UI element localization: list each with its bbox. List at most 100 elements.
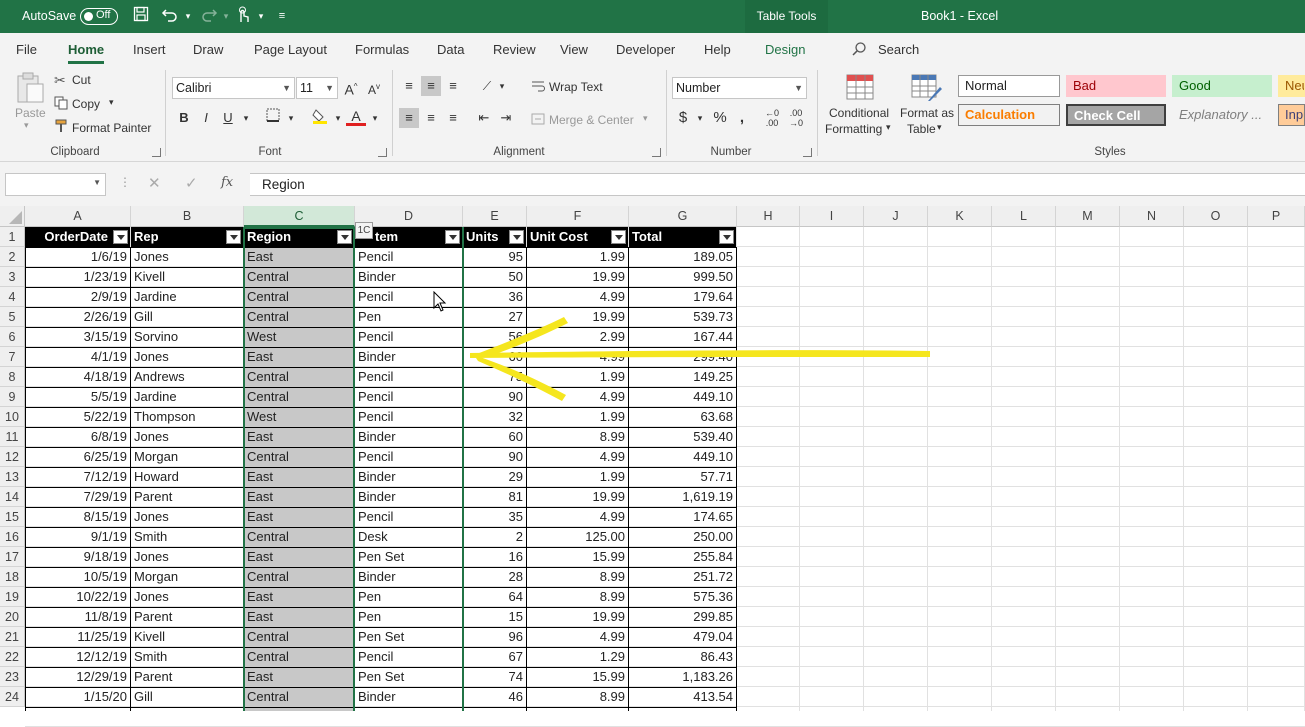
format-as-label[interactable]: Format as — [900, 106, 954, 120]
italic-icon[interactable]: I — [196, 108, 216, 128]
font-color-icon[interactable]: A — [346, 106, 366, 126]
table-cell[interactable]: 1/15/20 — [25, 687, 130, 707]
table-cell[interactable]: 12/29/19 — [25, 667, 130, 687]
fill-color-icon[interactable] — [310, 108, 330, 128]
style-good[interactable]: Good — [1172, 75, 1272, 97]
conditional-label[interactable]: Conditional — [829, 106, 889, 120]
table-cell[interactable]: 46 — [463, 687, 526, 707]
column-header-i[interactable]: I — [800, 206, 864, 227]
table-cell[interactable]: 4.99 — [527, 287, 628, 307]
format-painter-button[interactable]: Format Painter — [72, 121, 151, 135]
fill-color-dropdown-icon[interactable]: ▾ — [328, 108, 348, 128]
underline-dropdown-icon[interactable]: ▾ — [236, 108, 256, 128]
copy-button[interactable]: Copy — [72, 97, 100, 111]
column-header-f[interactable]: F — [527, 206, 629, 227]
undo-icon[interactable] — [160, 6, 180, 26]
table-cell[interactable]: 12/12/19 — [25, 647, 130, 667]
conditional-dropdown-icon[interactable]: ▾ — [886, 122, 891, 133]
table-cell[interactable]: 2/9/19 — [25, 287, 130, 307]
table-cell[interactable]: Gill — [131, 687, 243, 707]
tab-design[interactable]: Design — [765, 33, 805, 66]
font-color-dropdown-icon[interactable]: ▾ — [365, 108, 385, 128]
autosave-toggle[interactable]: Off — [80, 8, 118, 25]
copy-icon[interactable] — [54, 96, 68, 113]
customize-qat-icon[interactable]: ≡ — [272, 6, 292, 26]
row-header[interactable]: 14 — [0, 487, 25, 507]
table-cell[interactable]: 15.99 — [527, 547, 628, 567]
table-cell[interactable]: Kivell — [131, 627, 243, 647]
table-cell[interactable]: 57.71 — [629, 467, 736, 487]
table-cell[interactable]: 4.99 — [527, 447, 628, 467]
table-cell[interactable]: Pen — [355, 607, 462, 627]
font-size-select[interactable]: 11 ▼ — [296, 77, 338, 99]
table-cell[interactable]: 1,619.19 — [629, 487, 736, 507]
table-cell[interactable]: Sorvino — [131, 327, 243, 347]
column-header-h[interactable]: H — [737, 206, 800, 227]
table-cell[interactable]: 64 — [463, 587, 526, 607]
row-header[interactable]: 13 — [0, 467, 25, 487]
table-cell[interactable]: 1.99 — [527, 407, 628, 427]
row-header[interactable]: 3 — [0, 267, 25, 287]
table-cell[interactable]: 95 — [463, 247, 526, 267]
filter-dropdown-icon[interactable] — [113, 230, 128, 244]
table-cell[interactable]: Pen Set — [355, 547, 462, 567]
table-cell[interactable]: Smith — [131, 527, 243, 547]
row-header[interactable]: 9 — [0, 387, 25, 407]
table-cell[interactable]: 250.00 — [629, 527, 736, 547]
borders-icon[interactable] — [263, 108, 283, 128]
column-header-n[interactable]: N — [1120, 206, 1184, 227]
column-header-e[interactable]: E — [463, 206, 527, 227]
table-cell[interactable]: 6/8/19 — [25, 427, 130, 447]
table-cell[interactable]: 29 — [463, 467, 526, 487]
row-header[interactable]: 4 — [0, 287, 25, 307]
style-neutral[interactable]: Neu — [1278, 75, 1305, 97]
table-cell[interactable]: Morgan — [131, 567, 243, 587]
table-cell[interactable]: 8.99 — [527, 587, 628, 607]
filter-dropdown-icon[interactable] — [445, 230, 460, 244]
table-cell[interactable]: 5/5/19 — [25, 387, 130, 407]
tab-draw[interactable]: Draw — [193, 33, 223, 66]
column-header-c[interactable]: C — [244, 206, 355, 227]
row-header[interactable]: 22 — [0, 647, 25, 667]
table-cell[interactable]: Pencil — [355, 447, 462, 467]
table-cell[interactable]: 125.00 — [527, 527, 628, 547]
table-cell[interactable]: 5/22/19 — [25, 407, 130, 427]
merge-center-icon[interactable] — [531, 112, 545, 129]
table-cell[interactable]: Pencil — [355, 507, 462, 527]
table-header-cell[interactable]: Unit Cost — [527, 227, 628, 247]
column-header-j[interactable]: J — [864, 206, 928, 227]
table-header-cell[interactable]: Rep — [131, 227, 243, 247]
paste-label[interactable]: Paste — [15, 106, 46, 120]
table-cell[interactable]: 15.99 — [527, 667, 628, 687]
table-cell[interactable]: Thompson — [131, 407, 243, 427]
touch-mode-icon[interactable] — [233, 6, 253, 26]
table-cell[interactable]: Pen Set — [355, 667, 462, 687]
table-cell[interactable]: 1.99 — [527, 247, 628, 267]
chevron-down-icon[interactable]: ▼ — [93, 178, 101, 187]
tab-page-layout[interactable]: Page Layout — [254, 33, 327, 66]
table-cell[interactable]: 2/26/19 — [25, 307, 130, 327]
table-cell[interactable]: 15 — [463, 607, 526, 627]
row-header[interactable]: 17 — [0, 547, 25, 567]
align-center-icon[interactable]: ≡ — [421, 108, 441, 128]
row-header[interactable]: 16 — [0, 527, 25, 547]
row-header[interactable]: 1 — [0, 227, 25, 247]
table-cell[interactable]: 8.99 — [527, 687, 628, 707]
table-cell[interactable]: Jardine — [131, 387, 243, 407]
table-cell[interactable]: Parent — [131, 487, 243, 507]
table-cell[interactable]: Howard — [131, 467, 243, 487]
table-cell[interactable]: Pen Set — [355, 627, 462, 647]
tab-developer[interactable]: Developer — [616, 33, 675, 66]
align-right-icon[interactable]: ≡ — [443, 108, 463, 128]
table-cell[interactable]: 36 — [463, 287, 526, 307]
paste-dropdown-icon[interactable]: ▾ — [24, 120, 29, 131]
table-cell[interactable]: Binder — [355, 567, 462, 587]
table-cell[interactable]: 4/1/19 — [25, 347, 130, 367]
table-cell[interactable]: Desk — [355, 527, 462, 547]
table-cell[interactable]: Pencil — [355, 387, 462, 407]
wrap-text-icon[interactable] — [531, 79, 545, 96]
table-cell[interactable]: 8.99 — [527, 427, 628, 447]
formula-input[interactable]: Region — [250, 173, 1305, 196]
table-cell[interactable]: 413.54 — [629, 687, 736, 707]
currency-dropdown-icon[interactable]: ▾ — [690, 108, 710, 128]
